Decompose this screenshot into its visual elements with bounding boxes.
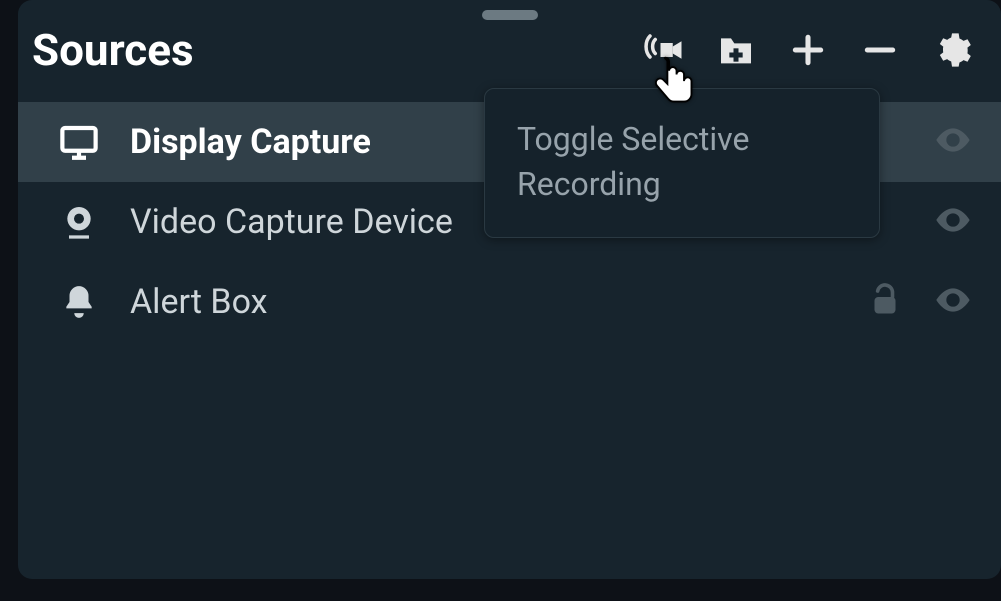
minus-icon — [861, 31, 899, 69]
sources-panel: Sources — [18, 0, 1001, 579]
source-actions — [933, 202, 973, 242]
source-row-alert-box[interactable]: Alert Box — [18, 262, 1001, 342]
remove-source-button[interactable] — [859, 29, 901, 71]
lock-toggle[interactable] — [865, 282, 905, 322]
unlock-icon — [867, 282, 903, 322]
panel-title: Sources — [32, 24, 194, 76]
tooltip-text: Toggle Selective Recording — [517, 120, 749, 203]
monitor-icon — [58, 121, 100, 163]
source-label: Alert Box — [130, 282, 835, 322]
bell-icon — [58, 281, 100, 323]
broadcast-camera-icon — [643, 29, 685, 71]
webcam-icon — [58, 201, 100, 243]
source-actions — [933, 122, 973, 162]
drag-handle[interactable] — [482, 10, 538, 20]
tooltip-selective-recording: Toggle Selective Recording — [484, 88, 880, 238]
eye-icon — [933, 200, 973, 244]
add-source-button[interactable] — [787, 29, 829, 71]
visibility-toggle[interactable] — [933, 282, 973, 322]
gear-icon — [932, 30, 972, 70]
source-actions — [865, 282, 973, 322]
toggle-selective-recording-button[interactable] — [643, 29, 685, 71]
folder-plus-icon — [716, 30, 756, 70]
visibility-toggle[interactable] — [933, 122, 973, 162]
eye-icon — [933, 280, 973, 324]
visibility-toggle[interactable] — [933, 202, 973, 242]
toolbar — [643, 29, 973, 71]
eye-icon — [933, 120, 973, 164]
plus-icon — [789, 31, 827, 69]
settings-button[interactable] — [931, 29, 973, 71]
add-folder-button[interactable] — [715, 29, 757, 71]
